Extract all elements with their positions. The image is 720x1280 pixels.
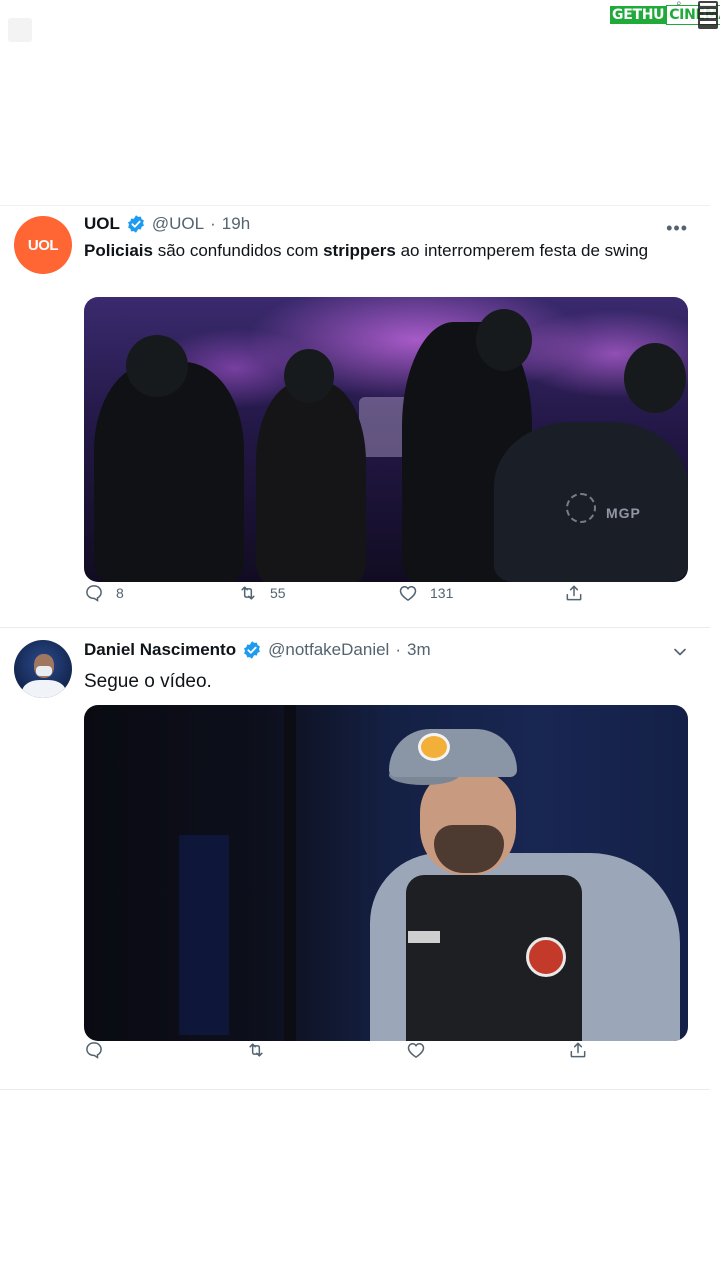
cap-badge-icon <box>418 733 450 761</box>
share-button[interactable] <box>564 583 584 603</box>
avatar-body <box>22 680 66 698</box>
handle[interactable]: @UOL <box>152 214 204 234</box>
tweet-daniel[interactable]: Daniel Nascimento @notfakeDaniel · 3m Se… <box>0 630 710 1090</box>
clip-icon: ⌕ <box>676 0 682 9</box>
share-icon <box>566 585 582 601</box>
video-background-edge <box>284 705 296 1041</box>
reply-icon <box>86 1042 102 1059</box>
tweet-text: Policiais são confundidos com strippers … <box>84 239 654 262</box>
like-button[interactable]: 131 <box>398 583 453 603</box>
tweet-text: Segue o vídeo. <box>84 671 212 692</box>
heart-icon <box>399 585 417 601</box>
tweet-uol[interactable]: UOL UOL @UOL · 19h ••• Policiais são con… <box>0 205 710 628</box>
like-count: 131 <box>430 585 454 601</box>
video-background-door <box>179 835 229 1035</box>
tweet-header: Daniel Nascimento @notfakeDaniel · 3m <box>84 640 431 660</box>
heart-icon <box>407 1042 425 1058</box>
video-officer-beard <box>434 825 504 873</box>
video-vest-tag <box>408 931 440 943</box>
vest-badge-icon <box>526 937 566 977</box>
reply-count: 8 <box>116 585 124 601</box>
jacket-logo-icon <box>566 493 596 523</box>
share-button[interactable] <box>568 1040 588 1060</box>
retweet-icon <box>241 586 255 600</box>
timestamp[interactable]: 19h <box>222 214 250 234</box>
tweet-photo[interactable]: MGP <box>84 297 688 582</box>
photo-person-head <box>284 349 334 403</box>
avatar-daniel[interactable] <box>14 640 72 698</box>
reply-icon <box>86 585 102 602</box>
like-button[interactable] <box>406 1040 426 1060</box>
avatar-uol-text: UOL <box>27 236 59 254</box>
avatar-mask <box>36 666 52 676</box>
avatar-uol[interactable]: UOL <box>14 216 72 274</box>
display-name[interactable]: UOL <box>84 214 120 234</box>
retweet-count: 55 <box>270 585 286 601</box>
more-options-icon[interactable]: ••• <box>666 218 688 239</box>
reply-button[interactable]: 8 <box>84 583 124 603</box>
photo-person <box>94 362 244 582</box>
photo-person-head <box>476 309 532 371</box>
corner-mark <box>8 18 32 42</box>
separator-dot: · <box>395 640 401 659</box>
watermark-part1: GETHU <box>610 6 667 24</box>
share-icon <box>570 1042 586 1058</box>
photo-person-head <box>126 335 188 397</box>
jacket-text: MGP <box>606 505 641 521</box>
text-bold-2: strippers <box>323 241 396 260</box>
retweet-icon <box>249 1043 263 1057</box>
film-strip-icon <box>698 1 718 29</box>
retweet-button[interactable]: 55 <box>238 583 286 603</box>
watermark-logo: ⌕ GETHUCINEMA <box>610 0 720 29</box>
tweet-video[interactable] <box>84 705 688 1041</box>
text-bold-1: Policiais <box>84 241 153 260</box>
reply-button[interactable] <box>84 1040 104 1060</box>
photo-person <box>256 382 366 582</box>
separator-dot: · <box>210 214 216 233</box>
chevron-down-icon[interactable] <box>670 642 690 662</box>
photo-person-head <box>624 343 686 413</box>
tweet-header: UOL @UOL · 19h <box>84 214 250 234</box>
verified-badge-icon <box>244 641 261 659</box>
verified-badge-icon <box>127 215 144 233</box>
video-officer-cap <box>389 729 517 777</box>
text-plain-2: ao interromperem festa de swing <box>395 241 649 260</box>
retweet-button[interactable] <box>246 1040 266 1060</box>
handle[interactable]: @notfakeDaniel <box>268 640 389 660</box>
timestamp[interactable]: 3m <box>407 640 431 660</box>
display-name[interactable]: Daniel Nascimento <box>84 640 236 660</box>
text-plain-1: são confundidos com <box>152 241 324 260</box>
